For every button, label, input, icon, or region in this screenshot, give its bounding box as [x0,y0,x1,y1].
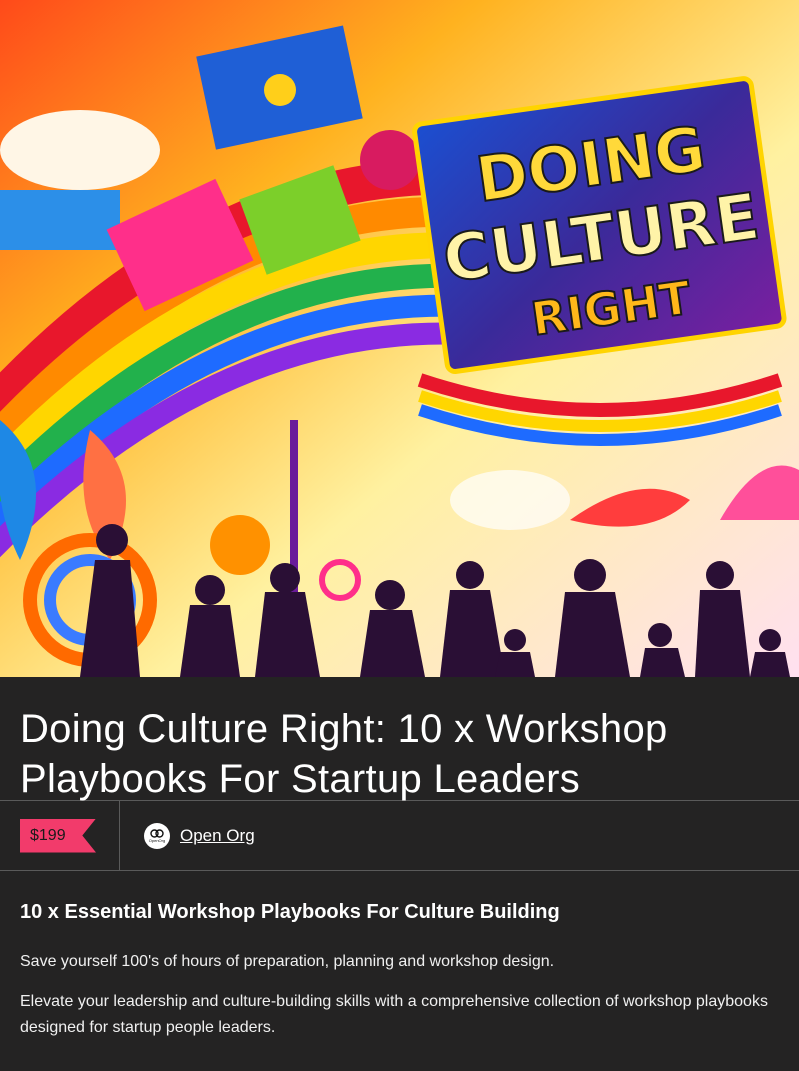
description-paragraph: Elevate your leadership and culture-buil… [20,993,768,1036]
price-tag: $199 [20,818,96,853]
seller-avatar[interactable]: OpenOrg [144,822,170,849]
description-paragraph: Save yourself 100's of hours of preparat… [20,953,555,970]
price-label: $199 [30,826,66,844]
product-title: Doing Culture Right: 10 x Workshop Playb… [20,707,668,801]
product-description: 10 x Essential Workshop Playbooks For Cu… [0,871,799,1041]
open-org-logo-icon [150,828,164,838]
product-meta-row: $199 OpenOrg Open Org [0,801,799,871]
seller-link[interactable]: Open Org [180,826,255,846]
product-title-section: Doing Culture Right: 10 x Workshop Playb… [0,677,799,801]
description-heading: 10 x Essential Workshop Playbooks For Cu… [20,901,560,923]
cover-image: DOING CULTURE RIGHT [0,0,799,677]
price-cell: $199 [0,801,120,870]
seller-avatar-text: OpenOrg [148,837,166,843]
seller-cell: OpenOrg Open Org [120,801,255,870]
cover-illustration: DOING CULTURE RIGHT [0,0,799,677]
